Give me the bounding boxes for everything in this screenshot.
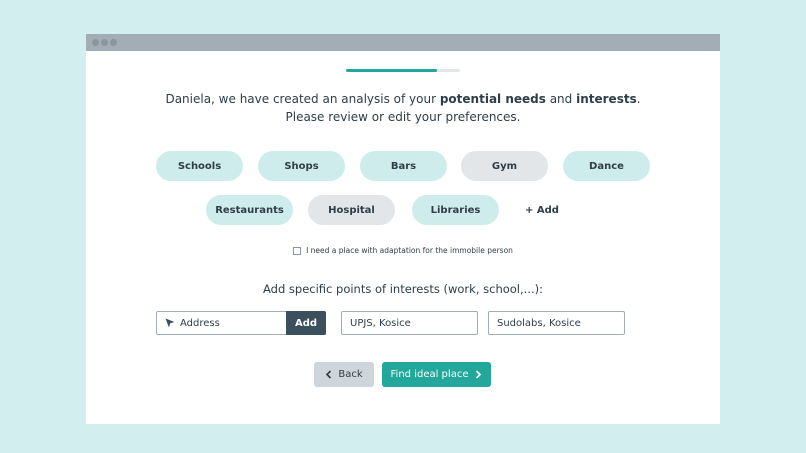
chip-schools[interactable]: Schools (156, 151, 243, 181)
progress-bar (346, 69, 460, 72)
window-dot-icon (92, 39, 99, 46)
window-dot-icon (101, 39, 108, 46)
intro-prefix: Daniela, we have created an analysis of … (165, 92, 440, 106)
progress-bar-fill (346, 69, 438, 72)
chip-shops[interactable]: Shops (258, 151, 345, 181)
chip-gym[interactable]: Gym (461, 151, 548, 181)
chip-bars[interactable]: Bars (360, 151, 447, 181)
back-label: Back (338, 369, 363, 380)
find-label: Find ideal place (390, 369, 469, 380)
intro-line-2: Please review or edit your preferences. (285, 110, 521, 124)
chip-restaurants[interactable]: Restaurants (206, 195, 293, 225)
window-dot-icon (110, 39, 117, 46)
accessibility-label: I need a place with adaptation for the i… (306, 246, 513, 255)
intro-line-1: Daniela, we have created an analysis of … (86, 90, 720, 108)
add-address-button[interactable]: Add (286, 311, 326, 335)
chevron-left-icon (326, 370, 332, 379)
address-input[interactable] (180, 317, 280, 329)
chip-dance[interactable]: Dance (563, 151, 650, 181)
app-window: Daniela, we have created an analysis of … (86, 34, 720, 424)
intro-period: . (636, 92, 641, 106)
add-chip-button[interactable]: + Add (514, 195, 570, 225)
accessibility-checkbox[interactable] (293, 246, 302, 255)
location-arrow-icon (165, 318, 175, 328)
chevron-right-icon (476, 370, 482, 379)
intro-and: and (545, 92, 577, 106)
poi-entry[interactable]: UPJS, Kosice (341, 311, 478, 335)
poi-label: Add specific points of interests (work, … (263, 282, 543, 296)
find-ideal-place-button[interactable]: Find ideal place (382, 362, 491, 387)
interests-emphasis: interests (576, 92, 637, 106)
intro-text: Daniela, we have created an analysis of … (86, 90, 720, 126)
accessibility-option: I need a place with adaptation for the i… (86, 246, 720, 255)
poi-entry[interactable]: Sudolabs, Kosice (488, 311, 625, 335)
needs-emphasis: potential needs (439, 92, 546, 106)
chip-hospital[interactable]: Hospital (308, 195, 395, 225)
window-titlebar (86, 34, 720, 51)
back-button[interactable]: Back (314, 362, 374, 387)
chip-libraries[interactable]: Libraries (412, 195, 499, 225)
